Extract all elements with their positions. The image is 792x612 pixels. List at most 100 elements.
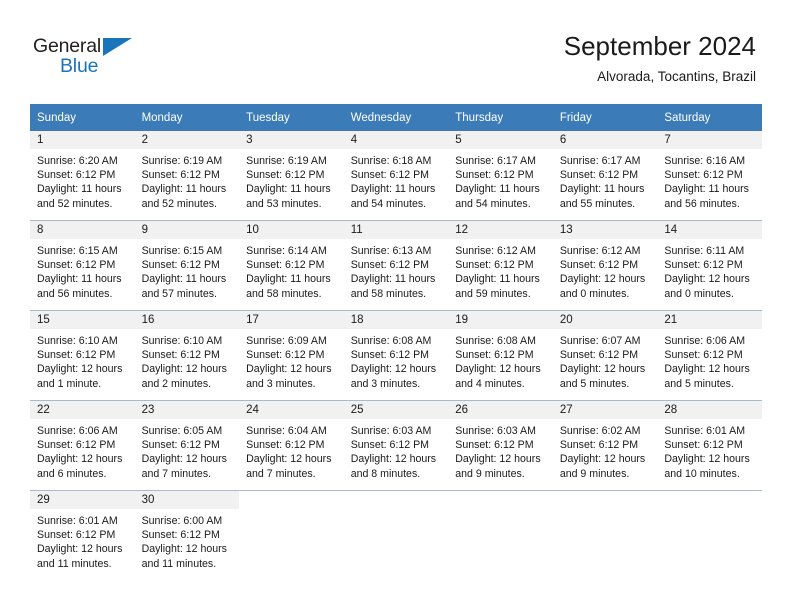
day-details: Sunrise: 6:10 AM Sunset: 6:12 PM Daylight:… (135, 329, 240, 391)
day-sunset-text: Sunset: 6:12 PM (455, 259, 534, 272)
day-sunset-text: Sunset: 6:12 PM (37, 439, 116, 452)
calendar-header-row: Sunday Monday Tuesday Wednesday Thursday… (30, 104, 762, 131)
calendar-cell: 30 Sunrise: 6:00 AM Sunset: 6:12 PM Dayligh… (134, 490, 240, 580)
day-sunset-text: Sunset: 6:12 PM (350, 169, 430, 182)
calendar-cell: 27 Sunrise: 6:02 AM Sunset: 6:12 PM Dayligh… (552, 400, 658, 491)
day-sunrise-text: Sunrise: 6:08 AM (455, 335, 536, 347)
day-sunset-text: Sunset: 6:12 PM (664, 169, 743, 182)
day-daylight1-text: Daylight: 11 hours (455, 273, 540, 286)
calendar-day[interactable]: 2 Sunrise: 6:19 AM Sunset: 6:12 PM Daylight… (134, 131, 240, 220)
day-sunset-text: Sunset: 6:12 PM (455, 169, 534, 182)
day-number: 10 (239, 221, 344, 239)
day-daylight2-text: and 58 minutes. (246, 287, 322, 300)
day-daylight2-text: and 3 minutes. (350, 377, 421, 390)
calendar-day[interactable]: 14 Sunrise: 6:11 AM Sunset: 6:12 PM Dayligh… (657, 221, 762, 310)
calendar-cell: 6 Sunrise: 6:17 AM Sunset: 6:12 PM Daylight… (552, 131, 658, 221)
day-details: Sunrise: 6:18 AM Sunset: 6:12 PM Daylight:… (344, 149, 449, 211)
day-sunrise-text: Sunrise: 6:08 AM (350, 335, 432, 347)
calendar-cell (552, 490, 658, 580)
calendar-day[interactable]: 7 Sunrise: 6:16 AM Sunset: 6:12 PM Daylight… (657, 131, 762, 220)
day-daylight1-text: Daylight: 11 hours (141, 183, 227, 196)
calendar-day[interactable]: 20 Sunrise: 6:07 AM Sunset: 6:12 PM Dayligh… (552, 311, 658, 400)
calendar-week-row: 8 Sunrise: 6:15 AM Sunset: 6:12 PM Daylight… (30, 220, 762, 311)
calendar-day[interactable]: 9 Sunrise: 6:15 AM Sunset: 6:12 PM Daylight… (134, 221, 240, 310)
day-sunset-text: Sunset: 6:12 PM (246, 439, 325, 452)
day-sunrise-text: Sunrise: 6:01 AM (664, 425, 746, 437)
day-sunset-text: Sunset: 6:12 PM (559, 349, 639, 362)
brand-logo[interactable]: General Blue (33, 36, 163, 80)
day-number: 15 (30, 311, 135, 329)
day-details: Sunrise: 6:02 AM Sunset: 6:12 PM Daylight:… (553, 419, 658, 481)
day-daylight1-text: Daylight: 11 hours (350, 273, 436, 286)
calendar-cell: 4 Sunrise: 6:18 AM Sunset: 6:12 PM Daylight… (343, 131, 449, 221)
day-sunrise-text: Sunrise: 6:06 AM (664, 335, 746, 347)
calendar-day[interactable]: 25 Sunrise: 6:03 AM Sunset: 6:12 PM Dayligh… (343, 401, 449, 490)
day-number: 1 (30, 131, 135, 149)
calendar-day[interactable]: 26 Sunrise: 6:03 AM Sunset: 6:12 PM Dayligh… (448, 401, 553, 490)
calendar-day[interactable]: 1 Sunrise: 6:20 AM Sunset: 6:12 PM Daylight… (30, 131, 135, 220)
calendar-day[interactable]: 24 Sunrise: 6:04 AM Sunset: 6:12 PM Dayligh… (239, 401, 344, 490)
day-details: Sunrise: 6:03 AM Sunset: 6:12 PM Daylight:… (344, 419, 449, 481)
calendar-day[interactable]: 30 Sunrise: 6:00 AM Sunset: 6:12 PM Dayligh… (134, 491, 240, 580)
calendar-day[interactable]: 27 Sunrise: 6:02 AM Sunset: 6:12 PM Dayligh… (552, 401, 658, 490)
calendar-day[interactable]: 6 Sunrise: 6:17 AM Sunset: 6:12 PM Daylight… (552, 131, 658, 220)
calendar-day[interactable]: 22 Sunrise: 6:06 AM Sunset: 6:12 PM Dayligh… (30, 401, 135, 490)
weekday-header-saturday: Saturday (657, 104, 762, 131)
brand-logo-blue-text: Blue (60, 55, 99, 77)
calendar-day[interactable]: 8 Sunrise: 6:15 AM Sunset: 6:12 PM Daylight… (30, 221, 135, 310)
calendar-day[interactable]: 4 Sunrise: 6:18 AM Sunset: 6:12 PM Daylight… (343, 131, 449, 220)
day-daylight2-text: and 58 minutes. (350, 287, 427, 300)
calendar-day[interactable]: 28 Sunrise: 6:01 AM Sunset: 6:12 PM Dayligh… (657, 401, 762, 490)
day-details: Sunrise: 6:05 AM Sunset: 6:12 PM Daylight:… (135, 419, 240, 481)
day-sunset-text: Sunset: 6:12 PM (141, 349, 220, 362)
day-number: 17 (239, 311, 344, 329)
day-daylight1-text: Daylight: 12 hours (664, 273, 750, 286)
calendar-day[interactable]: 17 Sunrise: 6:09 AM Sunset: 6:12 PM Dayligh… (239, 311, 344, 400)
day-details: Sunrise: 6:06 AM Sunset: 6:12 PM Daylight:… (30, 419, 135, 481)
day-daylight2-text: and 59 minutes. (455, 287, 531, 300)
day-sunset-text: Sunset: 6:12 PM (559, 259, 639, 272)
day-sunrise-text: Sunrise: 6:15 AM (141, 245, 223, 257)
day-sunrise-text: Sunrise: 6:14 AM (246, 245, 327, 257)
day-daylight2-text: and 4 minutes. (455, 377, 525, 390)
day-daylight1-text: Daylight: 12 hours (37, 363, 123, 376)
day-sunrise-text: Sunrise: 6:04 AM (246, 425, 327, 437)
day-number: 23 (134, 401, 240, 419)
day-details: Sunrise: 6:19 AM Sunset: 6:12 PM Daylight:… (239, 149, 344, 211)
calendar-cell: 18 Sunrise: 6:08 AM Sunset: 6:12 PM Dayligh… (343, 310, 449, 401)
calendar-day[interactable]: 12 Sunrise: 6:12 AM Sunset: 6:12 PM Dayligh… (448, 221, 553, 310)
calendar-day[interactable]: 16 Sunrise: 6:10 AM Sunset: 6:12 PM Dayligh… (134, 311, 240, 400)
calendar-day[interactable]: 11 Sunrise: 6:13 AM Sunset: 6:12 PM Dayligh… (343, 221, 449, 310)
calendar-cell: 22 Sunrise: 6:06 AM Sunset: 6:12 PM Dayligh… (30, 400, 135, 491)
day-daylight1-text: Daylight: 12 hours (559, 273, 646, 286)
calendar-day[interactable]: 18 Sunrise: 6:08 AM Sunset: 6:12 PM Dayligh… (343, 311, 449, 400)
calendar-cell (343, 490, 449, 580)
day-number: 25 (343, 401, 449, 419)
day-daylight1-text: Daylight: 12 hours (246, 363, 332, 376)
day-details: Sunrise: 6:01 AM Sunset: 6:12 PM Daylight:… (657, 419, 762, 481)
calendar-day[interactable]: 19 Sunrise: 6:08 AM Sunset: 6:12 PM Dayligh… (448, 311, 553, 400)
calendar-day[interactable]: 29 Sunrise: 6:01 AM Sunset: 6:12 PM Dayligh… (30, 491, 135, 580)
calendar-day[interactable]: 23 Sunrise: 6:05 AM Sunset: 6:12 PM Dayligh… (134, 401, 240, 490)
day-details: Sunrise: 6:16 AM Sunset: 6:12 PM Daylight:… (657, 149, 762, 211)
calendar-day[interactable]: 15 Sunrise: 6:10 AM Sunset: 6:12 PM Dayligh… (30, 311, 135, 400)
calendar-cell (239, 490, 344, 580)
calendar-day[interactable]: 3 Sunrise: 6:19 AM Sunset: 6:12 PM Daylight… (239, 131, 344, 220)
day-details: Sunrise: 6:04 AM Sunset: 6:12 PM Daylight:… (239, 419, 344, 481)
calendar-day-empty (448, 491, 553, 580)
calendar-day[interactable]: 5 Sunrise: 6:17 AM Sunset: 6:12 PM Daylight… (448, 131, 553, 220)
weekday-header-friday: Friday (552, 104, 658, 131)
day-sunrise-text: Sunrise: 6:12 AM (559, 245, 641, 257)
day-daylight2-text: and 9 minutes. (559, 467, 630, 480)
calendar-day-empty (657, 491, 762, 580)
calendar-cell (657, 490, 762, 580)
day-details: Sunrise: 6:12 AM Sunset: 6:12 PM Daylight:… (553, 239, 658, 301)
calendar-cell: 7 Sunrise: 6:16 AM Sunset: 6:12 PM Daylight… (657, 131, 762, 221)
day-daylight1-text: Daylight: 11 hours (455, 183, 540, 196)
calendar-day[interactable]: 21 Sunrise: 6:06 AM Sunset: 6:12 PM Dayligh… (657, 311, 762, 400)
day-number: 19 (448, 311, 553, 329)
calendar-day[interactable]: 13 Sunrise: 6:12 AM Sunset: 6:12 PM Dayligh… (552, 221, 658, 310)
day-sunrise-text: Sunrise: 6:19 AM (246, 155, 327, 167)
day-daylight1-text: Daylight: 12 hours (664, 363, 750, 376)
calendar-day[interactable]: 10 Sunrise: 6:14 AM Sunset: 6:12 PM Dayligh… (239, 221, 344, 310)
